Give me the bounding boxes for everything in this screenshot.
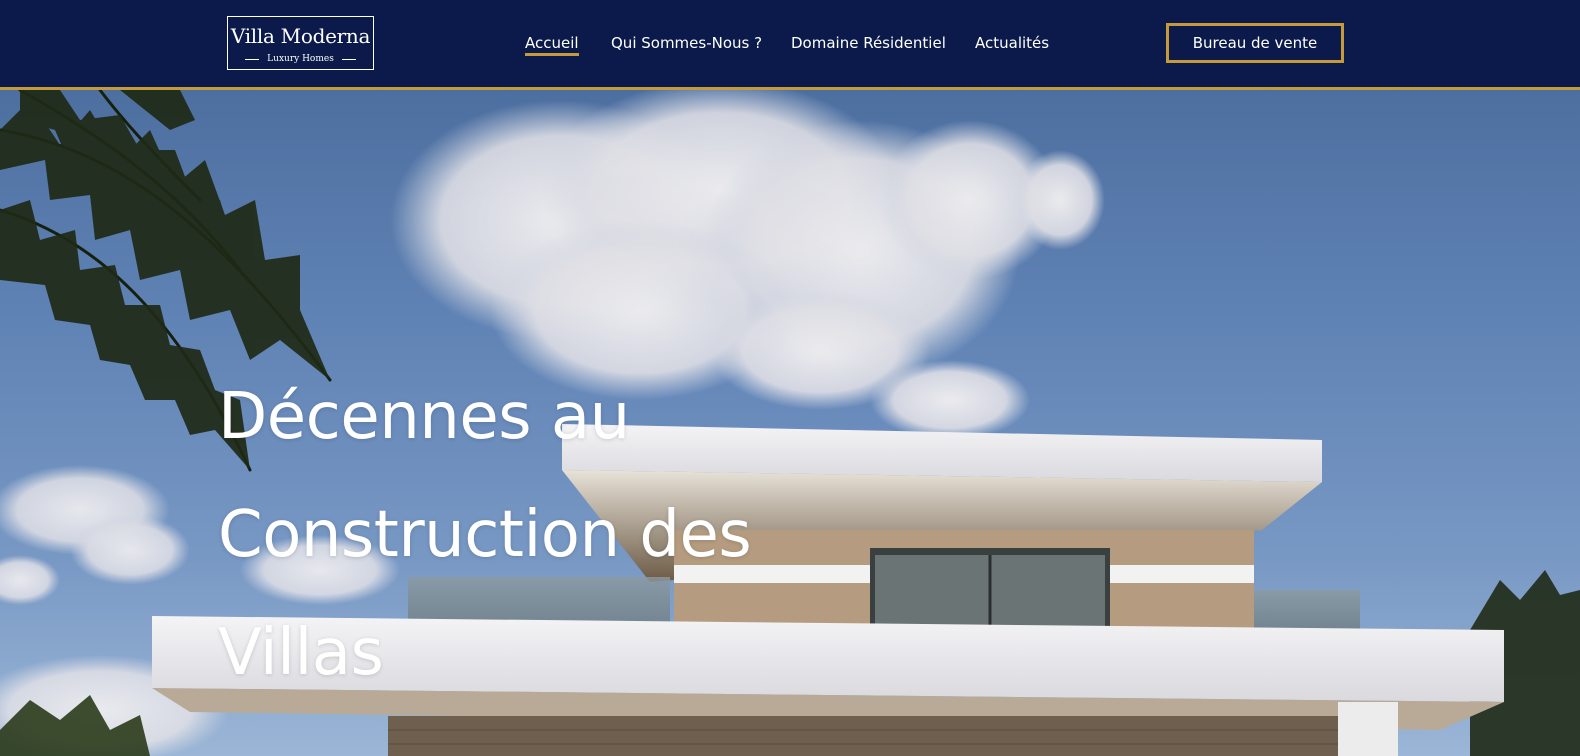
nav-item-domaine-residentiel[interactable]: Domaine Résidentiel — [791, 33, 946, 53]
nav-item-qui-sommes-nous[interactable]: Qui Sommes-Nous ? — [611, 33, 762, 53]
nav-item-accueil[interactable]: Accueil — [525, 33, 579, 56]
hero-title: Décennes au Construction des Villas — [218, 358, 752, 712]
hero-title-line-1: Décennes au — [218, 380, 630, 454]
site-header: Villa Moderna Luxury Homes Accueil Qui S… — [0, 0, 1580, 90]
hero-title-line-2: Construction des — [218, 498, 752, 572]
bureau-de-vente-button[interactable]: Bureau de vente — [1166, 23, 1344, 63]
nav-item-actualites[interactable]: Actualités — [975, 33, 1049, 53]
hero-section: Décennes au Construction des Villas — [0, 90, 1580, 756]
hero-title-line-3: Villas — [218, 616, 384, 690]
